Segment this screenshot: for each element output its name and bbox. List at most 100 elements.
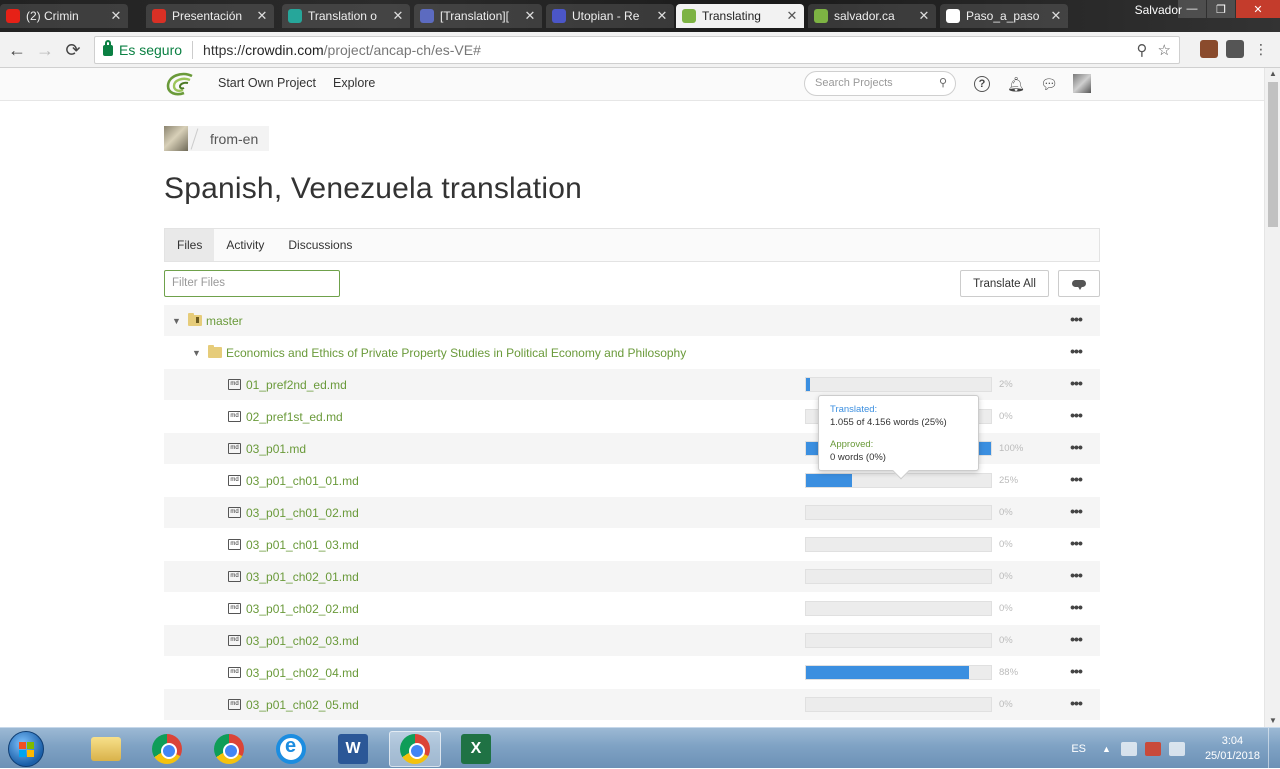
omnibox[interactable]: Es seguro https://crowdin.com/project/an… [94,36,1180,64]
browser-tab[interactable]: salvador.ca ✕ [808,4,936,28]
browser-tab[interactable]: Paso_a_paso ✕ [940,4,1068,28]
browser-tab[interactable]: Presentación ✕ [146,4,274,28]
close-window-icon[interactable]: ✕ [1236,0,1280,18]
taskbar-word[interactable]: W [327,731,379,767]
breadcrumb-from-en[interactable]: from-en [202,131,269,147]
minimize-icon[interactable]: — [1178,0,1206,18]
file-row[interactable]: md 03_p01_ch02_05.md 0% ••• [164,689,1100,721]
tab-activity[interactable]: Activity [214,229,276,261]
file-row[interactable]: md 03_p01_ch02_04.md 88% ••• [164,657,1100,689]
scroll-up-icon[interactable]: ▲ [1265,68,1280,80]
more-options-icon[interactable]: ••• [1068,504,1084,518]
project-avatar[interactable] [164,126,188,151]
crowdin-logo-icon[interactable] [166,72,194,96]
tab-close-icon[interactable]: ✕ [392,8,404,24]
file-name[interactable]: 01_pref2nd_ed.md [246,378,347,392]
progress-bar[interactable] [805,537,992,552]
more-options-icon[interactable]: ••• [1068,408,1084,422]
more-options-icon[interactable]: ••• [1068,696,1084,710]
file-name[interactable]: 03_p01.md [246,442,306,456]
caret-down-icon[interactable]: ▼ [192,348,201,358]
forward-arrow-icon[interactable]: → [34,39,56,61]
file-name[interactable]: 03_p01_ch02_02.md [246,602,359,616]
taskbar-explorer[interactable] [80,731,132,767]
show-hidden-icons-icon[interactable]: ▲ [1102,744,1111,754]
browser-tab[interactable]: (2) Crimin ✕ [0,4,128,28]
browser-tab[interactable]: Utopian - Re ✕ [546,4,674,28]
tab-close-icon[interactable]: ✕ [110,8,122,24]
bookmark-star-icon[interactable]: ☆ [1158,41,1171,59]
language-indicator[interactable]: ES [1071,743,1086,755]
back-arrow-icon[interactable]: ← [6,39,28,61]
help-icon[interactable]: ? [974,76,990,92]
more-options-icon[interactable]: ••• [1068,376,1084,390]
explore-link[interactable]: Explore [333,76,375,90]
bell-notifications-icon[interactable]: 🔔︎ [1006,74,1026,94]
file-name[interactable]: 03_p01_ch02_04.md [246,666,359,680]
folder-row[interactable]: ▼ Economics and Ethics of Private Proper… [164,337,1100,369]
more-options-icon[interactable]: ••• [1068,440,1084,454]
progress-bar[interactable] [805,505,992,520]
tab-files[interactable]: Files [165,229,215,261]
taskbar-chrome-active[interactable] [389,731,441,767]
menu-icon[interactable]: ⋮ [1252,40,1270,58]
tab-close-icon[interactable]: ✕ [918,8,930,24]
search-projects-input[interactable]: Search Projects ⚲ [804,71,956,96]
more-options-icon[interactable]: ••• [1068,536,1084,550]
taskbar-clock[interactable]: 3:04 25/01/2018 [1205,734,1260,764]
browser-tab[interactable]: [Translation][✕ [414,4,542,28]
translate-all-button[interactable]: Translate All [960,270,1049,297]
file-name[interactable]: 03_p01_ch01_02.md [246,506,359,520]
more-options-icon[interactable]: ••• [1068,600,1084,614]
file-row[interactable]: md 03_p01_ch02_01.md 0% ••• [164,561,1100,593]
browser-tab[interactable]: Translating ✕ [676,4,804,28]
file-name[interactable]: 03_p01_ch02_03.md [246,634,359,648]
extension-icon[interactable] [1200,40,1218,58]
progress-bar[interactable] [805,697,992,712]
progress-bar[interactable] [805,601,992,616]
more-options-icon[interactable]: ••• [1068,568,1084,582]
progress-bar[interactable] [805,569,992,584]
file-row[interactable]: md 03_p01_ch01_02.md 0% ••• [164,497,1100,529]
user-avatar[interactable] [1073,74,1091,93]
volume-icon[interactable] [1168,741,1185,756]
file-row[interactable]: md 03_p01_ch02_02.md 0% ••• [164,593,1100,625]
url-text[interactable]: https://crowdin.com/project/ancap-ch/es-… [203,42,481,58]
more-options-icon[interactable]: ••• [1068,632,1084,646]
scrollbar-thumb[interactable] [1268,82,1278,227]
network-icon[interactable] [1120,741,1137,756]
tab-close-icon[interactable]: ✕ [1050,8,1062,24]
page-scrollbar[interactable]: ▲ ▼ [1264,68,1280,727]
tab-close-icon[interactable]: ✕ [524,8,536,24]
action-center-icon[interactable] [1144,741,1161,756]
browser-tab[interactable]: Translation o ✕ [282,4,410,28]
download-button[interactable] [1058,270,1100,297]
taskbar-chrome-2[interactable] [203,731,255,767]
zoom-search-icon[interactable]: ⚲ [1137,41,1148,59]
maximize-icon[interactable]: ❐ [1207,0,1235,18]
more-options-icon[interactable]: ••• [1068,312,1084,326]
show-desktop-button[interactable] [1268,728,1280,769]
scroll-down-icon[interactable]: ▼ [1265,715,1280,727]
file-row[interactable]: md 03_p01_ch01_03.md 0% ••• [164,529,1100,561]
folder-name[interactable]: Economics and Ethics of Private Property… [226,346,686,360]
progress-bar[interactable] [805,377,992,392]
taskbar-excel[interactable]: X [450,731,502,767]
file-name[interactable]: 03_p01_ch02_01.md [246,570,359,584]
file-row[interactable]: md 03_p01_ch02_03.md 0% ••• [164,625,1100,657]
tab-close-icon[interactable]: ✕ [786,8,798,24]
tab-discussions[interactable]: Discussions [276,229,364,261]
reload-icon[interactable]: ⟳ [62,39,84,61]
progress-bar[interactable] [805,633,992,648]
more-options-icon[interactable]: ••• [1068,472,1084,486]
file-name[interactable]: 03_p01_ch01_01.md [246,474,359,488]
windows-start-button[interactable] [8,731,44,767]
filter-files-input[interactable]: Filter Files [164,270,340,297]
tab-close-icon[interactable]: ✕ [656,8,668,24]
more-options-icon[interactable]: ••• [1068,344,1084,358]
extension-icon[interactable] [1226,40,1244,58]
more-options-icon[interactable]: ••• [1068,664,1084,678]
caret-down-icon[interactable]: ▼ [172,316,181,326]
start-own-project-link[interactable]: Start Own Project [218,76,316,90]
progress-bar[interactable] [805,665,992,680]
